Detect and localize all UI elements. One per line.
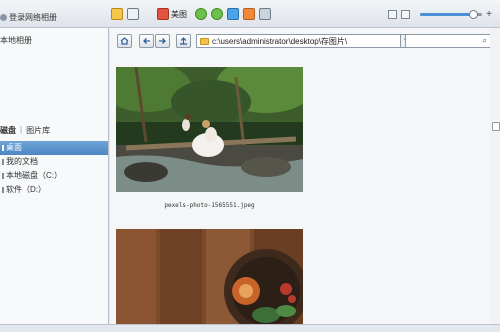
status-bar xyxy=(0,324,500,332)
back-button[interactable] xyxy=(139,34,154,48)
tree-item-label: 桌面 xyxy=(6,143,22,152)
tree-item-label: 我的文档 xyxy=(6,157,38,166)
back-icon xyxy=(143,38,150,44)
batch-icon[interactable] xyxy=(243,8,255,20)
login-network-album-link[interactable]: 登录网络相册 xyxy=(0,11,57,23)
rotate-left-icon[interactable] xyxy=(195,8,207,20)
meitu-label: 美图 xyxy=(171,9,187,19)
forward-icon xyxy=(159,38,166,44)
up-icon xyxy=(180,37,187,45)
zoom-in-icon[interactable]: + xyxy=(486,9,492,20)
photo-caption: pexels-photo-1565551.jpeg xyxy=(164,202,255,209)
library-tabs: 磁盘 | 图片库 xyxy=(0,125,50,136)
add-folder-icon[interactable] xyxy=(111,8,123,20)
path-text: c:\users\administrator\desktop\存图片\ xyxy=(212,36,348,46)
photo-thumbnail[interactable] xyxy=(116,229,303,324)
tab-separator: | xyxy=(20,125,23,134)
tree-item-my-documents[interactable]: 我的文档 xyxy=(0,155,108,169)
search-input[interactable]: ⌕ ▼ xyxy=(405,34,497,48)
toolbar-icon-group: 美图 xyxy=(111,8,271,20)
path-bar[interactable]: c:\users\administrator\desktop\存图片\ ▼ xyxy=(196,34,412,48)
grid-view-icon[interactable] xyxy=(388,10,398,19)
thumbnail-grid: pexels-photo-1565551.jpeg xyxy=(110,54,490,324)
tree-item-software-d[interactable]: 软件（D:） xyxy=(0,183,108,197)
zoom-slider-fill xyxy=(420,13,474,16)
rotate-right-icon[interactable] xyxy=(211,8,223,20)
scrollbar-grip[interactable] xyxy=(492,122,500,131)
folder-icon xyxy=(200,37,209,45)
zoom-slider[interactable] xyxy=(420,10,483,19)
tree-expander-icon[interactable] xyxy=(2,187,4,193)
tree-item-label: 本地磁盘（C:） xyxy=(6,171,62,180)
tree-expander-icon[interactable] xyxy=(2,173,4,179)
zoom-slider-knob[interactable] xyxy=(469,10,479,19)
vertical-scrollbar[interactable] xyxy=(490,28,500,324)
photo-jungle-image xyxy=(116,67,303,192)
forward-button[interactable] xyxy=(155,34,170,48)
view-controls: + xyxy=(388,9,492,20)
slideshow-icon[interactable] xyxy=(127,8,139,20)
tree-item-label: 软件（D:） xyxy=(6,185,46,194)
photo-food-image xyxy=(116,229,303,324)
folder-tree: 桌面 我的文档 本地磁盘（C:） 软件（D:） xyxy=(0,141,108,197)
main-pane: c:\users\administrator\desktop\存图片\ ▼ ⌕ … xyxy=(110,28,500,324)
local-album-label[interactable]: 本地相册 xyxy=(0,35,32,46)
tree-item-desktop[interactable]: 桌面 xyxy=(0,141,108,155)
navigation-bar: c:\users\administrator\desktop\存图片\ ▼ ⌕ … xyxy=(110,28,500,54)
photo-thumbnail[interactable] xyxy=(116,67,303,192)
tab-picture-library[interactable]: 图片库 xyxy=(26,125,50,136)
sidebar: 本地相册 磁盘 | 图片库 桌面 我的文档 本地磁盘（C:） 软件（D:） xyxy=(0,28,109,324)
tree-item-local-disk-c[interactable]: 本地磁盘（C:） xyxy=(0,169,108,183)
login-label: 登录网络相册 xyxy=(9,12,57,22)
search-icon[interactable]: ⌕ xyxy=(483,36,487,46)
home-button[interactable] xyxy=(117,34,132,48)
tab-disk[interactable]: 磁盘 xyxy=(0,125,16,136)
home-icon xyxy=(120,37,129,45)
meitu-icon xyxy=(157,8,169,20)
detail-view-icon[interactable] xyxy=(401,10,411,19)
tree-expander-icon[interactable] xyxy=(2,145,4,151)
toolbar: 登录网络相册 美图 + xyxy=(0,0,500,28)
meitu-button[interactable]: 美图 xyxy=(157,8,187,20)
delete-icon[interactable] xyxy=(227,8,239,20)
up-button[interactable] xyxy=(176,34,191,48)
tree-expander-icon[interactable] xyxy=(2,159,4,165)
user-icon xyxy=(0,13,7,21)
comment-icon[interactable] xyxy=(259,8,271,20)
